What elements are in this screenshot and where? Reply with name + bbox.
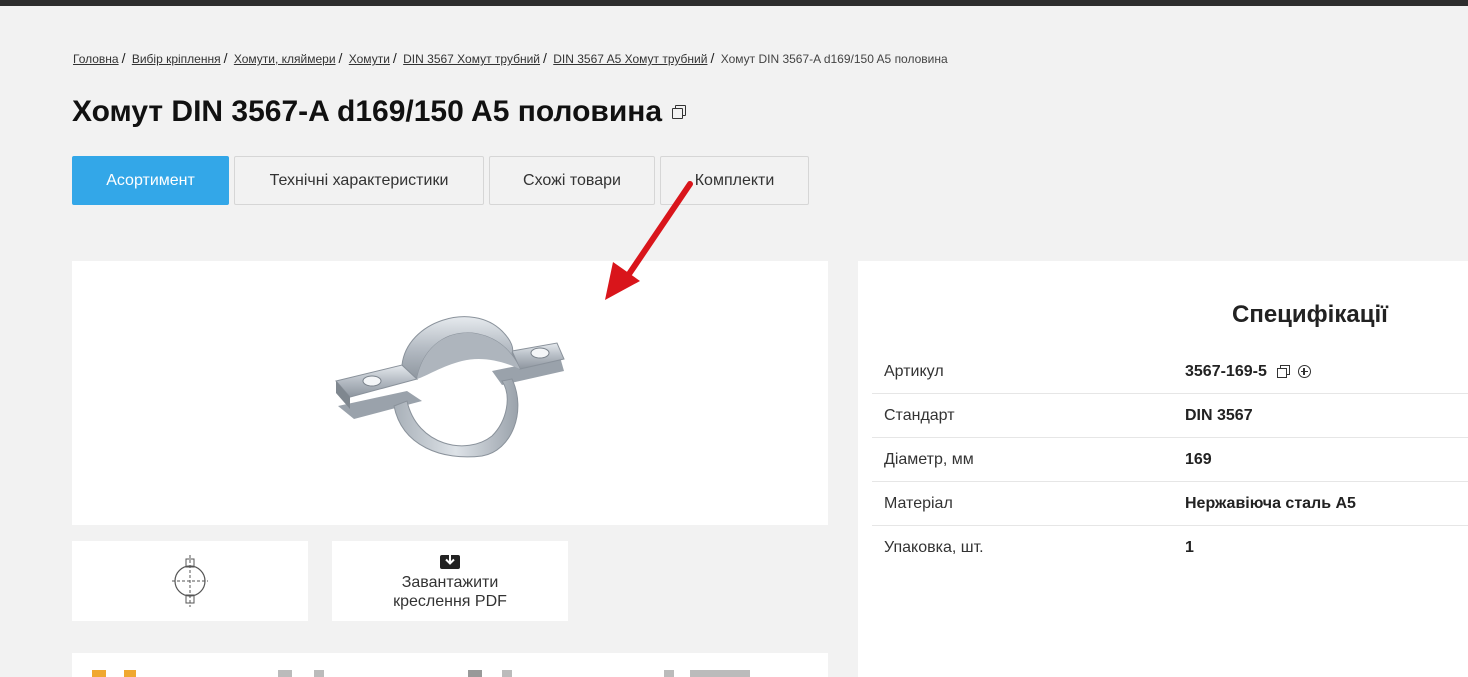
product-image-box[interactable] (72, 261, 828, 525)
feature-icon-2b (314, 670, 324, 677)
spec-value-text: 3567-169-5 (1185, 362, 1267, 380)
spec-row-package: Упаковка, шт. 1 (872, 526, 1468, 570)
breadcrumb-din3567-a5[interactable]: DIN 3567 A5 Хомут трубний (553, 52, 707, 66)
spec-key: Артикул (884, 362, 944, 380)
feature-icon-4b (690, 670, 750, 677)
top-bar (0, 0, 1468, 6)
spec-row-diameter: Діаметр, мм 169 (872, 438, 1468, 482)
feature-icon-2 (278, 670, 292, 677)
feature-icon-1b (124, 670, 136, 677)
spec-value: Нержавіюча сталь A5 (1185, 494, 1356, 512)
page-title: Хомут DIN 3567-A d169/150 A5 половина (72, 95, 687, 129)
spec-value: 3567-169-5 (1185, 363, 1311, 381)
download-icon (440, 554, 460, 569)
tab-technical-specs[interactable]: Технічні характеристики (234, 156, 484, 205)
feature-icon-1 (92, 670, 106, 677)
spec-row-article: Артикул 3567-169-5 (872, 350, 1468, 394)
spec-value: DIN 3567 (1185, 406, 1253, 424)
spec-key: Діаметр, мм (884, 450, 974, 468)
drawing-thumbnail[interactable] (72, 541, 308, 621)
tab-assortment[interactable]: Асортимент (72, 156, 229, 205)
tab-similar-products[interactable]: Схожі товари (489, 156, 655, 205)
breadcrumb: Головна / Вибір кріплення / Хомути, кляйме… (73, 50, 948, 66)
tab-kits[interactable]: Комплекти (660, 156, 809, 205)
download-pdf-label-line1: Завантажити (401, 574, 499, 591)
bottom-features-panel (72, 653, 828, 677)
specifications-panel: Специфікації Артикул 3567-169-5 Стандарт… (858, 261, 1468, 677)
spec-value: 169 (1185, 450, 1212, 468)
add-circle-icon[interactable] (1297, 365, 1311, 378)
feature-icon-4 (664, 670, 674, 677)
breadcrumb-din3567[interactable]: DIN 3567 Хомут трубний (403, 52, 540, 66)
page-title-text: Хомут DIN 3567-A d169/150 A5 половина (72, 95, 663, 128)
copy-icon[interactable] (1276, 365, 1290, 378)
breadcrumb-clamps-kleimers[interactable]: Хомути, кляймери (234, 52, 336, 66)
download-pdf-label-line2: креслення PDF (393, 593, 507, 610)
specifications-title: Специфікації (1232, 301, 1388, 328)
copy-icon[interactable] (672, 105, 687, 119)
spec-row-standard: Стандарт DIN 3567 (872, 394, 1468, 438)
spec-key: Стандарт (884, 406, 955, 424)
product-image (335, 316, 565, 458)
feature-icon-3b (502, 670, 512, 677)
spec-key: Матеріал (884, 494, 953, 512)
spec-row-material: Матеріал Нержавіюча сталь A5 (872, 482, 1468, 526)
download-pdf-button[interactable]: Завантажити креслення PDF (332, 541, 568, 621)
breadcrumb-clamps[interactable]: Хомути (349, 52, 390, 66)
breadcrumb-home[interactable]: Головна (73, 52, 119, 66)
breadcrumb-fastener-selection[interactable]: Вибір кріплення (132, 52, 221, 66)
product-tabs: Асортимент Технічні характеристики Схожі… (72, 156, 809, 205)
feature-icon-3 (468, 670, 482, 677)
spec-key: Упаковка, шт. (884, 539, 984, 556)
breadcrumb-current: Хомут DIN 3567-A d169/150 A5 половина (720, 52, 948, 66)
clamp-drawing-icon (172, 555, 208, 607)
spec-value: 1 (1185, 539, 1194, 556)
